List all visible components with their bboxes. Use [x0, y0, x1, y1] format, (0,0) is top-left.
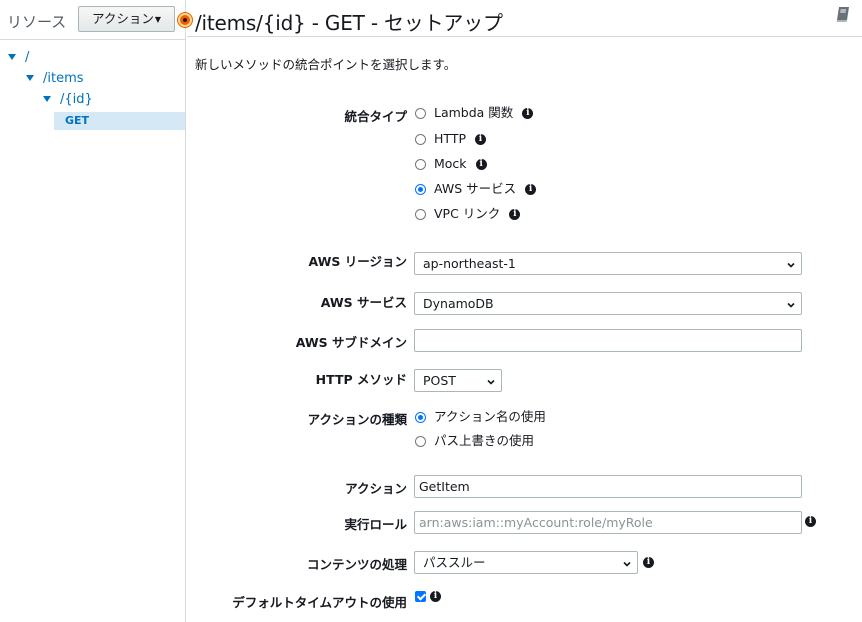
caret-down-icon: ▼ [154, 15, 162, 24]
actions-button-label: アクション [91, 11, 154, 26]
default-timeout-label: デフォルトタイムアウトの使用 [232, 595, 407, 610]
default-timeout-checkbox[interactable] [415, 591, 426, 602]
info-icon[interactable]: i [522, 107, 534, 119]
radio-path-override[interactable] [415, 435, 426, 447]
chevron-down-icon [623, 561, 631, 567]
option-label: アクション名の使用 [434, 409, 546, 424]
intro-text: 新しいメソッドの統合ポイントを選択します。 [195, 57, 457, 72]
radio-http[interactable] [415, 133, 426, 145]
expand-triangle-icon[interactable] [43, 96, 51, 102]
content-handling-value: パススルー [423, 555, 486, 570]
tree-node-id[interactable]: /{id} [43, 91, 93, 109]
tree-node-items[interactable]: /items [26, 70, 84, 88]
actions-button[interactable]: アクション▼ [78, 6, 175, 32]
expand-triangle-icon[interactable] [8, 54, 16, 60]
info-icon[interactable]: i [805, 516, 816, 527]
chevron-down-icon [487, 379, 495, 385]
info-icon[interactable]: i [475, 158, 487, 170]
service-select[interactable]: DynamoDB [414, 292, 802, 315]
action-input[interactable] [414, 475, 802, 498]
content-handling-label: コンテンツの処理 [306, 557, 407, 572]
option-label: HTTP [434, 131, 466, 146]
option-aws-service[interactable]: AWS サービス i [415, 180, 537, 198]
execution-role-label: 実行ロール [344, 517, 407, 532]
radio-lambda[interactable] [415, 107, 426, 119]
title-bar: /items/{id} - GET - セットアップ [178, 0, 862, 37]
option-lambda[interactable]: Lambda 関数 i [415, 104, 534, 122]
execution-role-input[interactable] [414, 511, 802, 534]
radio-action-name[interactable] [415, 411, 426, 423]
action-label: アクション [345, 481, 407, 496]
content-handling-select[interactable]: パススルー [414, 551, 638, 574]
region-value: ap-northeast-1 [423, 256, 516, 271]
option-mock[interactable]: Mock i [415, 155, 487, 173]
tree-node-root[interactable]: / [8, 49, 29, 67]
page-title: /items/{id} - GET - セットアップ [195, 11, 503, 35]
option-label: Lambda 関数 [434, 105, 514, 120]
info-icon[interactable]: i [475, 133, 486, 145]
region-label: AWS リージョン [308, 254, 407, 269]
subdomain-label: AWS サブドメイン [295, 335, 407, 350]
integration-type-label: 統合タイプ [344, 109, 407, 124]
option-label: パス上書きの使用 [434, 433, 535, 448]
http-method-value: POST [423, 373, 456, 388]
action-type-label: アクションの種類 [307, 412, 407, 427]
radio-aws-service[interactable] [415, 183, 426, 195]
expand-triangle-icon[interactable] [26, 75, 34, 81]
option-http[interactable]: HTTP i [415, 130, 486, 148]
status-indicator-icon [178, 13, 192, 27]
book-icon[interactable] [834, 6, 852, 24]
option-action-name[interactable]: アクション名の使用 [415, 408, 546, 426]
option-label: AWS サービス [434, 181, 517, 196]
service-label: AWS サービス [320, 295, 407, 310]
option-label: Mock [434, 156, 467, 171]
method-setup-panel: /items/{id} - GET - セットアップ 新しいメソッドの統合ポイン… [178, 0, 862, 622]
chevron-down-icon [787, 302, 795, 308]
option-vpc-link[interactable]: VPC リンク i [415, 205, 521, 223]
option-label: VPC リンク [434, 206, 501, 221]
service-value: DynamoDB [423, 296, 494, 311]
radio-vpc-link[interactable] [415, 208, 426, 220]
tree-node-label: /items [43, 71, 84, 86]
info-icon[interactable]: i [509, 208, 521, 220]
http-method-select[interactable]: POST [414, 369, 502, 392]
info-icon[interactable]: i [430, 591, 441, 602]
chevron-down-icon [787, 262, 795, 268]
radio-mock[interactable] [415, 158, 426, 170]
tree-node-label: /{id} [60, 92, 93, 107]
option-path-override[interactable]: パス上書きの使用 [415, 432, 534, 450]
info-icon[interactable]: i [643, 557, 654, 568]
subdomain-input[interactable] [414, 329, 802, 352]
sidebar-title: リソース [7, 13, 67, 31]
info-icon[interactable]: i [525, 183, 537, 195]
region-select[interactable]: ap-northeast-1 [414, 252, 802, 275]
tree-node-label: / [25, 50, 30, 65]
http-method-label: HTTP メソッド [315, 372, 407, 387]
sidebar-header: リソース アクション▼ [0, 0, 185, 40]
